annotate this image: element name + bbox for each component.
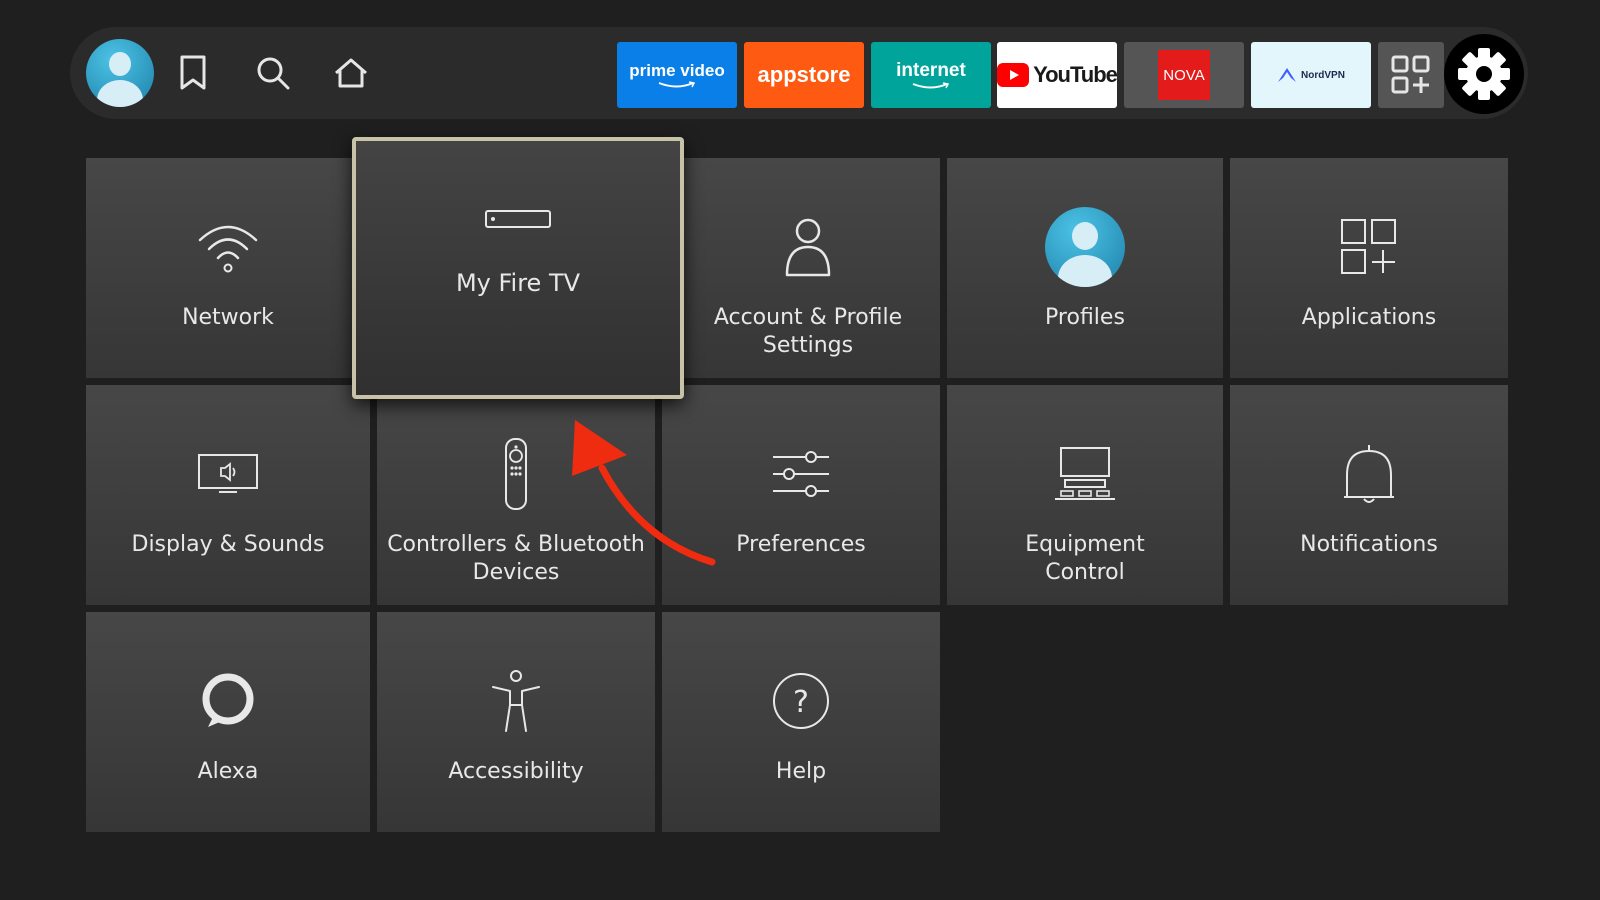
- tile-account-label-line2: Settings: [762, 333, 854, 358]
- fire-tv-device-icon: [484, 189, 552, 249]
- tv-speaker-icon: [197, 425, 259, 523]
- alexa-ring-icon: [198, 652, 258, 750]
- remote-control-icon: [503, 425, 529, 523]
- tile-profiles-label: Profiles: [1045, 305, 1125, 330]
- app-appstore-label: appstore: [757, 62, 851, 87]
- tile-alexa-label: Alexa: [197, 759, 259, 784]
- applications-grid-icon: [1340, 198, 1398, 296]
- youtube-play-icon: [997, 63, 1030, 87]
- svg-text:?: ?: [793, 685, 809, 720]
- settings-gear-button[interactable]: [1444, 34, 1524, 114]
- tile-preferences-label: Preferences: [736, 532, 866, 557]
- smile-arrow-icon: [658, 81, 696, 88]
- app-internet-label: internet: [896, 60, 966, 81]
- tile-help-label: Help: [775, 759, 827, 784]
- tile-profiles[interactable]: Profiles: [947, 158, 1223, 378]
- tile-notifications[interactable]: Notifications: [1230, 385, 1508, 605]
- bell-icon: [1342, 425, 1396, 523]
- tile-alexa[interactable]: Alexa: [86, 612, 370, 832]
- tile-equipment-label-line1: Equipment: [1025, 532, 1145, 557]
- tile-equipment-control[interactable]: Equipment Control: [947, 385, 1223, 605]
- profile-avatar-button[interactable]: [82, 27, 158, 119]
- nova-logo: NOVA: [1158, 50, 1210, 100]
- tile-preferences[interactable]: Preferences: [662, 385, 940, 605]
- settings-gear-icon: [1458, 48, 1510, 100]
- tile-equipment-label-line2: Control: [1045, 560, 1125, 585]
- tile-controllers-label-line2: Devices: [472, 560, 560, 585]
- equipment-icon: [1053, 425, 1117, 523]
- tile-account-label-line1: Account & Profile: [713, 305, 903, 330]
- tile-accessibility[interactable]: Accessibility: [377, 612, 655, 832]
- app-youtube-label: YouTube: [1033, 62, 1117, 87]
- tile-display-sounds-label: Display & Sounds: [131, 532, 325, 557]
- tile-network-label: Network: [182, 305, 274, 330]
- smile-arrow-icon: [912, 82, 950, 89]
- tile-account-profile-settings[interactable]: Account & Profile Settings: [676, 158, 940, 378]
- tile-controllers-label-line1: Controllers & Bluetooth: [387, 532, 645, 557]
- tile-controllers-bluetooth[interactable]: Controllers & Bluetooth Devices: [377, 385, 655, 605]
- app-nordvpn-label: NordVPN: [1301, 69, 1345, 81]
- tile-display-sounds[interactable]: Display & Sounds: [86, 385, 370, 605]
- search-icon[interactable]: [248, 27, 298, 119]
- bookmark-icon[interactable]: [168, 27, 218, 119]
- app-nova-label: NOVA: [1163, 66, 1205, 84]
- nordvpn-mountain-icon: [1278, 68, 1297, 82]
- tile-network[interactable]: Network: [86, 158, 370, 378]
- person-outline-icon: [783, 198, 833, 296]
- app-appstore[interactable]: appstore: [744, 42, 864, 108]
- apps-grid-button[interactable]: [1378, 42, 1444, 108]
- wifi-icon: [196, 198, 260, 296]
- app-nordvpn[interactable]: NordVPN: [1251, 42, 1371, 108]
- app-youtube[interactable]: YouTube: [997, 42, 1117, 108]
- home-icon[interactable]: [326, 27, 376, 119]
- app-internet[interactable]: internet: [871, 42, 991, 108]
- app-prime-video-label: prime video: [629, 61, 725, 80]
- accessibility-person-icon: [490, 652, 542, 750]
- help-question-icon: ?: [771, 652, 831, 750]
- tile-my-fire-tv-label: My Fire TV: [455, 269, 581, 297]
- tile-applications-label: Applications: [1301, 305, 1437, 330]
- apps-grid-icon: [1391, 55, 1430, 94]
- tile-my-fire-tv[interactable]: My Fire TV: [352, 137, 684, 399]
- tile-notifications-label: Notifications: [1300, 532, 1438, 557]
- sliders-icon: [771, 425, 831, 523]
- app-nova[interactable]: NOVA: [1124, 42, 1244, 108]
- tile-help[interactable]: ? Help: [662, 612, 940, 832]
- tile-applications[interactable]: Applications: [1230, 158, 1508, 378]
- profile-avatar: [86, 39, 154, 107]
- app-prime-video[interactable]: prime video: [617, 42, 737, 108]
- tile-accessibility-label: Accessibility: [448, 759, 584, 784]
- profile-avatar-icon: [1045, 207, 1125, 287]
